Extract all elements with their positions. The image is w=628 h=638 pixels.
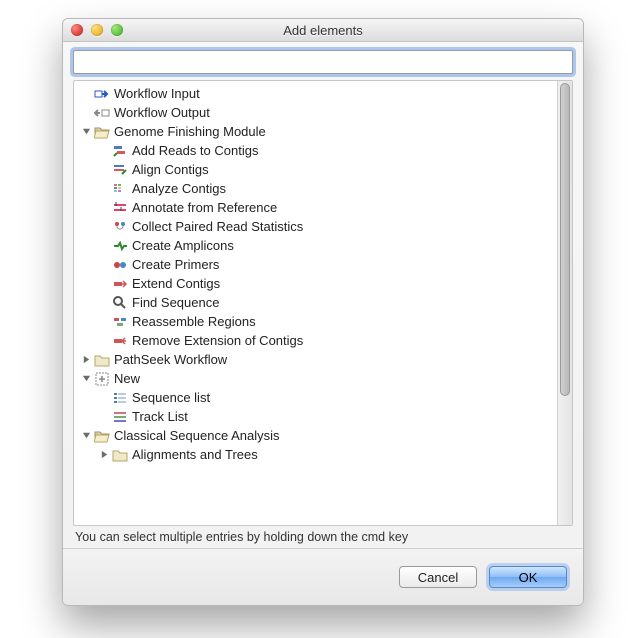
find-icon bbox=[112, 295, 128, 311]
tree-item[interactable]: Create Amplicons bbox=[76, 236, 557, 255]
tree-item-label: Align Contigs bbox=[132, 160, 209, 179]
close-icon[interactable] bbox=[71, 24, 83, 36]
element-tree[interactable]: Workflow InputWorkflow OutputGenome Fini… bbox=[74, 81, 557, 525]
tree-item-label: Workflow Output bbox=[114, 103, 210, 122]
tree-item[interactable]: Remove Extension of Contigs bbox=[76, 331, 557, 350]
disclosure-closed-icon[interactable] bbox=[80, 354, 92, 366]
titlebar[interactable]: Add elements bbox=[63, 19, 583, 42]
disclosure-open-icon[interactable] bbox=[80, 430, 92, 442]
add-reads-icon bbox=[112, 143, 128, 159]
tree-item-label: Collect Paired Read Statistics bbox=[132, 217, 303, 236]
tree-item-label: Add Reads to Contigs bbox=[132, 141, 258, 160]
extend-icon bbox=[112, 276, 128, 292]
tree-item-label: Create Primers bbox=[132, 255, 219, 274]
folder-open-icon bbox=[94, 428, 110, 444]
scrollbar-thumb[interactable] bbox=[560, 83, 570, 396]
tree-item-label: Sequence list bbox=[132, 388, 210, 407]
zoom-icon[interactable] bbox=[111, 24, 123, 36]
tree-item[interactable]: Align Contigs bbox=[76, 160, 557, 179]
tree-item-label: Workflow Input bbox=[114, 84, 200, 103]
tree-item-label: Alignments and Trees bbox=[132, 445, 258, 464]
tree-item-label: New bbox=[114, 369, 140, 388]
tree-item[interactable]: Genome Finishing Module bbox=[76, 122, 557, 141]
tree-item-label: Find Sequence bbox=[132, 293, 219, 312]
collect-icon bbox=[112, 219, 128, 235]
tree-item[interactable]: New bbox=[76, 369, 557, 388]
tree-item[interactable]: Alignments and Trees bbox=[76, 445, 557, 464]
tree-item[interactable]: Sequence list bbox=[76, 388, 557, 407]
tree-item[interactable]: Track List bbox=[76, 407, 557, 426]
minimize-icon[interactable] bbox=[91, 24, 103, 36]
analyze-icon bbox=[112, 181, 128, 197]
window-controls bbox=[71, 24, 123, 36]
new-icon bbox=[94, 371, 110, 387]
tree-item-label: Create Amplicons bbox=[132, 236, 234, 255]
tree-item[interactable]: Add Reads to Contigs bbox=[76, 141, 557, 160]
tree-item-label: Track List bbox=[132, 407, 188, 426]
tree-item-label: Reassemble Regions bbox=[132, 312, 256, 331]
tracklist-icon bbox=[112, 409, 128, 425]
tree-item[interactable]: Analyze Contigs bbox=[76, 179, 557, 198]
dialog-footer: Cancel OK bbox=[63, 548, 583, 605]
primers-icon bbox=[112, 257, 128, 273]
folder-open-icon bbox=[94, 124, 110, 140]
cancel-button[interactable]: Cancel bbox=[399, 566, 477, 588]
tree-item[interactable]: Find Sequence bbox=[76, 293, 557, 312]
tree-item[interactable]: Classical Sequence Analysis bbox=[76, 426, 557, 445]
workflow-input-icon bbox=[94, 86, 110, 102]
disclosure-closed-icon[interactable] bbox=[98, 449, 110, 461]
tree-item[interactable]: Extend Contigs bbox=[76, 274, 557, 293]
search-input[interactable] bbox=[73, 50, 573, 74]
tree-item-label: Analyze Contigs bbox=[132, 179, 226, 198]
workflow-output-icon bbox=[94, 105, 110, 121]
align-icon bbox=[112, 162, 128, 178]
annotate-icon bbox=[112, 200, 128, 216]
tree-item-label: Extend Contigs bbox=[132, 274, 220, 293]
disclosure-open-icon[interactable] bbox=[80, 126, 92, 138]
tree-item-label: Remove Extension of Contigs bbox=[132, 331, 303, 350]
ok-button[interactable]: OK bbox=[489, 566, 567, 588]
folder-icon bbox=[112, 447, 128, 463]
tree-item[interactable]: Reassemble Regions bbox=[76, 312, 557, 331]
tree-item[interactable]: Collect Paired Read Statistics bbox=[76, 217, 557, 236]
tree-item[interactable]: Annotate from Reference bbox=[76, 198, 557, 217]
tree-item-label: Classical Sequence Analysis bbox=[114, 426, 279, 445]
tree-scrollbar[interactable] bbox=[557, 81, 572, 525]
tree-item-label: Annotate from Reference bbox=[132, 198, 277, 217]
tree-item[interactable]: Workflow Output bbox=[76, 103, 557, 122]
amplicons-icon bbox=[112, 238, 128, 254]
disclosure-open-icon[interactable] bbox=[80, 373, 92, 385]
window-title: Add elements bbox=[63, 23, 583, 38]
dialog-window: Add elements Workflow InputWorkflow Outp… bbox=[62, 18, 584, 606]
hint-text: You can select multiple entries by holdi… bbox=[73, 526, 573, 544]
tree-container: Workflow InputWorkflow OutputGenome Fini… bbox=[73, 80, 573, 526]
tree-item[interactable]: PathSeek Workflow bbox=[76, 350, 557, 369]
dialog-body: Workflow InputWorkflow OutputGenome Fini… bbox=[63, 42, 583, 548]
tree-item-label: Genome Finishing Module bbox=[114, 122, 266, 141]
tree-item-label: PathSeek Workflow bbox=[114, 350, 227, 369]
tree-item[interactable]: Workflow Input bbox=[76, 84, 557, 103]
tree-item[interactable]: Create Primers bbox=[76, 255, 557, 274]
reassemble-icon bbox=[112, 314, 128, 330]
folder-icon bbox=[94, 352, 110, 368]
remove-ext-icon bbox=[112, 333, 128, 349]
seqlist-icon bbox=[112, 390, 128, 406]
